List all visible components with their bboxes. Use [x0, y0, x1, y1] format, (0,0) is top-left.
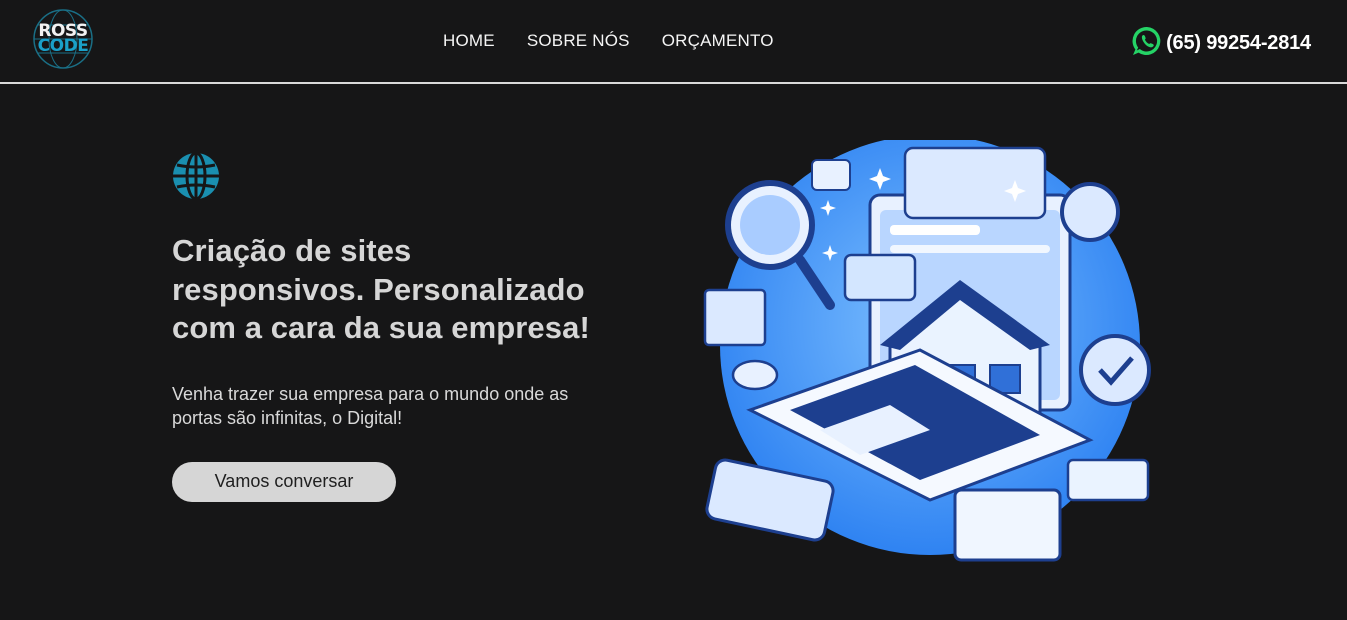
main-nav: HOME SOBRE NÓS ORÇAMENTO — [443, 31, 774, 51]
card-stack — [953, 488, 1062, 562]
settings-badge — [1060, 182, 1120, 242]
envelope — [703, 288, 767, 347]
logo-text-code: CODE — [37, 36, 89, 56]
ross-code-logo[interactable]: ROSS CODE — [32, 8, 94, 70]
whatsapp-icon — [1130, 24, 1164, 63]
chat-bubble — [811, 159, 851, 191]
floating-card-left — [843, 253, 917, 302]
credit-card — [1066, 458, 1150, 502]
phone-number: (65) 99254-2814 — [1166, 32, 1311, 54]
floating-card-top — [903, 146, 1047, 220]
site-header: ROSS CODE HOME SOBRE NÓS ORÇAMENTO (65) … — [0, 0, 1347, 84]
nav-item-home[interactable]: HOME — [443, 31, 495, 51]
phone-contact-link[interactable]: (65) 99254-2814 — [1130, 24, 1311, 63]
check-badge — [1079, 334, 1151, 406]
vamos-conversar-button[interactable]: Vamos conversar — [172, 461, 396, 502]
nav-item-sobre-nos[interactable]: SOBRE NÓS — [527, 31, 630, 51]
isometric-house-laptop-illustration — [690, 135, 1160, 580]
hero-subtext: Venha trazer sua empresa para o mundo on… — [172, 383, 569, 428]
hero-section: Criação de sites responsivos. Personaliz… — [172, 152, 592, 502]
globe-icon — [172, 152, 592, 200]
hero-headline: Criação de sites responsivos. Personaliz… — [172, 233, 590, 345]
mouse — [731, 359, 779, 391]
nav-item-orcamento[interactable]: ORÇAMENTO — [662, 31, 774, 51]
